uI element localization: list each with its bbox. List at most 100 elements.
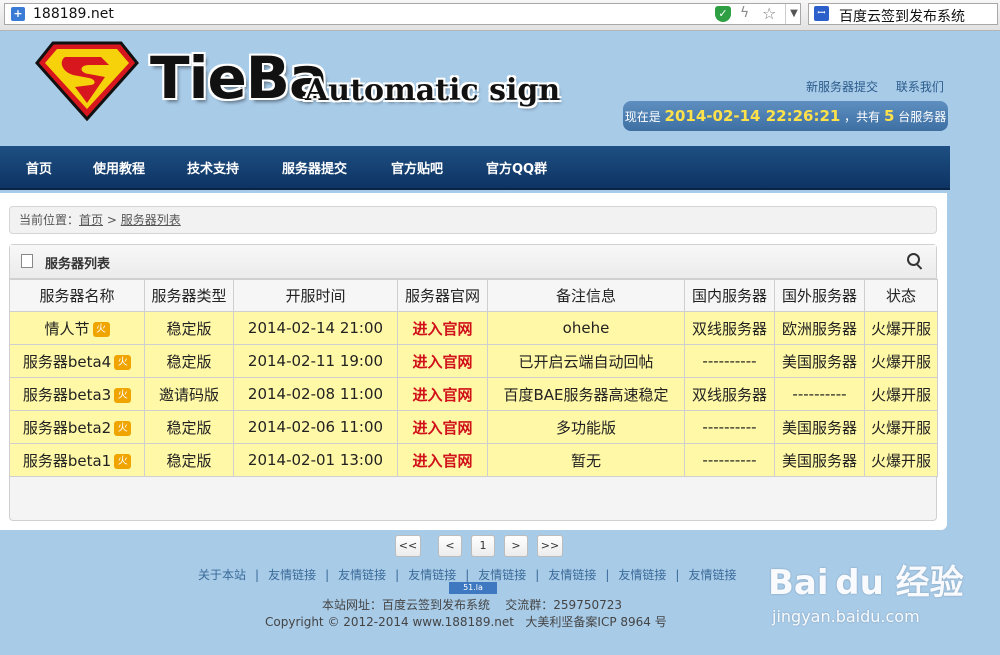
server-name: 服务器beta2 <box>22 418 112 437</box>
domestic-server: 双线服务器 <box>684 377 775 411</box>
col-header-foreign: 国外服务器 <box>774 279 865 312</box>
official-site-link[interactable]: 进入官网 <box>412 386 472 404</box>
friend-link[interactable]: 友情链接 <box>408 568 456 582</box>
shield-icon[interactable]: ✓ <box>715 6 731 22</box>
browser-toolbar: + 188189.net ✓ ϟ ☆ ▼ ꟷ 百度云签到发布系统 <box>0 0 1000 31</box>
submit-server-link[interactable]: 新服务器提交 <box>806 80 878 94</box>
server-type: 稳定版 <box>144 443 234 477</box>
footer-separator: | <box>675 568 680 582</box>
server-name-cell: 服务器beta2 火 <box>9 410 145 444</box>
open-time: 2014-02-01 13:00 <box>233 443 398 477</box>
footer-separator: | <box>325 568 330 582</box>
server-name-cell: 服务器beta1 火 <box>9 443 145 477</box>
domestic-server: 双线服务器 <box>684 311 775 345</box>
nav-home[interactable]: 首页 <box>26 158 52 177</box>
logo-tagline: Automatic sign <box>305 73 561 108</box>
friend-link[interactable]: 友情链接 <box>548 568 596 582</box>
nav-support[interactable]: 技术支持 <box>187 158 239 177</box>
col-header-type: 服务器类型 <box>144 279 234 312</box>
bolt-icon[interactable]: ϟ <box>740 5 749 21</box>
status-prefix: 现在是 <box>624 110 661 124</box>
official-site-link[interactable]: 进入官网 <box>412 353 472 371</box>
friend-link[interactable]: 友情链接 <box>688 568 736 582</box>
note: 已开启云端自动回帖 <box>487 344 685 378</box>
official-site-link[interactable]: 进入官网 <box>412 452 472 470</box>
server-name: 服务器beta4 <box>22 352 112 371</box>
col-header-name: 服务器名称 <box>9 279 145 312</box>
foreign-server: 欧洲服务器 <box>774 311 865 345</box>
url-text: 188189.net <box>33 6 114 22</box>
server-status: 火爆开服 <box>864 311 938 345</box>
footer-site-info: 本站网址：百度云签到发布系统 交流群：259750723 <box>322 596 622 613</box>
col-header-time: 开服时间 <box>233 279 398 312</box>
page-1-button[interactable]: 1 <box>471 535 495 557</box>
breadcrumb-separator: > <box>103 213 121 227</box>
friend-link[interactable]: 友情链接 <box>268 568 316 582</box>
server-name-cell: 服务器beta3 火 <box>9 377 145 411</box>
superman-shield-icon <box>35 41 139 121</box>
footer-separator: | <box>535 568 540 582</box>
friend-link[interactable]: 友情链接 <box>338 568 386 582</box>
note: 百度BAE服务器高速稳定 <box>487 377 685 411</box>
document-icon <box>21 254 33 268</box>
nav-submit-server[interactable]: 服务器提交 <box>282 158 347 177</box>
footer-separator: | <box>605 568 610 582</box>
col-header-site: 服务器官网 <box>397 279 488 312</box>
server-name-cell: 服务器beta4 火 <box>9 344 145 378</box>
fire-badge-icon: 火 <box>114 387 132 403</box>
first-page-button[interactable]: << <box>395 535 421 557</box>
friend-link[interactable]: 友情链接 <box>618 568 666 582</box>
logo-wordmark: TieBa <box>150 44 328 112</box>
table-row: 服务器beta2 火 稳定版 2014-02-06 11:00 进入官网 多功能版… <box>9 410 938 444</box>
server-status: 火爆开服 <box>864 410 938 444</box>
panel-header: 服务器列表 <box>10 245 936 279</box>
search-icon[interactable] <box>907 253 920 266</box>
paw-icon[interactable]: ꟷ <box>814 6 829 21</box>
breadcrumb-current[interactable]: 服务器列表 <box>121 213 181 227</box>
last-page-button[interactable]: >> <box>537 535 563 557</box>
search-box[interactable]: ꟷ 百度云签到发布系统 <box>808 3 998 25</box>
server-name: 服务器beta3 <box>22 385 112 404</box>
official-site-link[interactable]: 进入官网 <box>412 419 472 437</box>
open-time: 2014-02-06 11:00 <box>233 410 398 444</box>
server-table: 服务器名称 服务器类型 开服时间 服务器官网 备注信息 国内服务器 国外服务器 … <box>9 279 938 477</box>
fire-badge-icon: 火 <box>92 321 110 337</box>
table-row: 服务器beta3 火 邀请码版 2014-02-08 11:00 进入官网 百度B… <box>9 377 938 411</box>
baidu-jingyan-watermark: Bai du 经验 jingyan.baidu.com <box>768 555 998 655</box>
footer-copyright: Copyright © 2012-2014 www.188189.net 大美利… <box>265 613 667 630</box>
panel-title: 服务器列表 <box>45 257 111 272</box>
official-site-cell: 进入官网 <box>397 443 488 477</box>
official-site-cell: 进入官网 <box>397 311 488 345</box>
next-page-button[interactable]: > <box>504 535 528 557</box>
table-row: 服务器beta1 火 稳定版 2014-02-01 13:00 进入官网 暂无 -… <box>9 443 938 477</box>
qq-group: 交流群：259750723 <box>505 598 622 612</box>
star-icon[interactable]: ☆ <box>762 4 776 23</box>
about-link[interactable]: 关于本站 <box>198 568 246 582</box>
server-type: 稳定版 <box>144 311 234 345</box>
official-site-link[interactable]: 进入官网 <box>412 320 472 338</box>
breadcrumb-home-link[interactable]: 首页 <box>79 213 103 227</box>
stats-counter-badge[interactable]: 51.la <box>449 582 497 594</box>
prev-page-button[interactable]: < <box>438 535 462 557</box>
nav-tutorial[interactable]: 使用教程 <box>93 158 145 177</box>
foreign-server: 美国服务器 <box>774 344 865 378</box>
col-header-domestic: 国内服务器 <box>684 279 775 312</box>
address-bar[interactable]: + 188189.net ✓ ϟ ☆ ▼ <box>4 3 801 25</box>
note: ohehe <box>487 311 685 345</box>
official-site-cell: 进入官网 <box>397 410 488 444</box>
nav-qq-group[interactable]: 官方QQ群 <box>486 158 547 177</box>
official-site-cell: 进入官网 <box>397 377 488 411</box>
chevron-down-icon[interactable]: ▼ <box>785 4 802 24</box>
nav-tieba[interactable]: 官方贴吧 <box>391 158 443 177</box>
open-time: 2014-02-11 19:00 <box>233 344 398 378</box>
friend-link[interactable]: 友情链接 <box>478 568 526 582</box>
domestic-server: ---------- <box>684 344 775 378</box>
footer-links: 关于本站 | 友情链接 | 友情链接 | 友情链接 | 友情链接 | 友情链接 | 友情链接 | 友情链接 <box>198 566 736 583</box>
contact-us-link[interactable]: 联系我们 <box>896 80 944 94</box>
server-status: 火爆开服 <box>864 443 938 477</box>
server-status: 火爆开服 <box>864 344 938 378</box>
note: 暂无 <box>487 443 685 477</box>
fire-badge-icon: 火 <box>114 354 132 370</box>
domestic-server: ---------- <box>684 410 775 444</box>
breadcrumb-prefix: 当前位置： <box>19 213 80 227</box>
